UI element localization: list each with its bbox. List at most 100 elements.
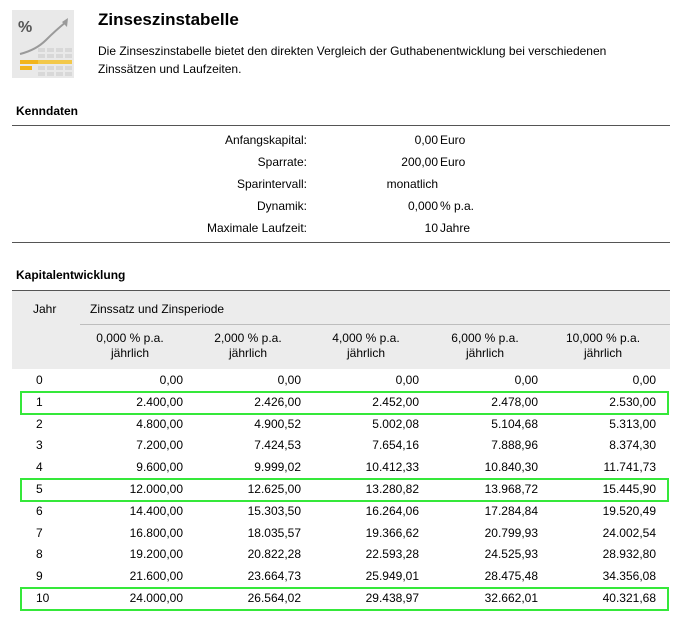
cell-value: 19.200,00: [129, 547, 183, 562]
row-highlight-box: [20, 478, 669, 502]
table-body: 0 0,00 0,00 0,00 0,00 0,00 1 2.400,00 2.426,00 2.…: [12, 370, 670, 611]
column-header-jahr: Jahr: [33, 302, 57, 316]
column-header: 0,000 % p.a. jährlich: [71, 331, 189, 361]
table-row: 3 7.200,00 7.424,53 7.654,16 7.888,96 8.374,3…: [12, 435, 670, 457]
column-header: 2,000 % p.a. jährlich: [189, 331, 307, 361]
cell-value: 34.356,08: [602, 569, 656, 584]
row-highlight-box: [20, 390, 669, 415]
page-intro: Die Zinseszinstabelle bietet den direkte…: [98, 44, 607, 76]
column-rate: 6,000 % p.a.: [451, 331, 519, 345]
cell-value: 0,00: [514, 373, 538, 387]
cell-value: 23.664,73: [247, 569, 301, 584]
cell-value: 16.800,00: [129, 525, 183, 540]
cell-value: 20.822,28: [247, 547, 301, 562]
cell-value: 15.303,50: [247, 503, 301, 518]
cell-value: 4.800,00: [136, 416, 183, 431]
kenndaten-unit: Jahre: [440, 221, 471, 235]
cell-value: 25.949,01: [365, 569, 419, 584]
kenndaten-row: Sparrate: 200,00 Euro: [12, 151, 670, 173]
kenndaten-row: Anfangskapital: 0,00 Euro: [12, 129, 670, 151]
column-period: jährlich: [346, 346, 385, 360]
kenndaten-label: Sparrate:: [257, 155, 307, 169]
kenndaten-title: Kenndaten: [16, 104, 79, 118]
column-period: jährlich: [583, 346, 622, 360]
table-row: 2 4.800,00 4.900,52 5.002,08 5.104,68 5.313,0…: [12, 414, 670, 436]
column-header: 6,000 % p.a. jährlich: [426, 331, 544, 361]
kenndaten-value: monatlich: [386, 177, 438, 191]
cell-value: 0,00: [632, 373, 656, 387]
cell-value: 24.525,93: [484, 547, 538, 562]
cell-value: 21.600,00: [129, 569, 183, 584]
kenndaten-value: 200,00: [401, 155, 438, 169]
kenndaten-value: 0,000: [407, 199, 438, 213]
cell-value: 7.424,53: [254, 438, 301, 453]
cell-value: 28.932,80: [602, 547, 656, 562]
row-highlight-box: [20, 587, 669, 611]
cell-value: 20.799,93: [484, 525, 538, 540]
cell-year: 7: [36, 525, 43, 540]
page-title: Zinseszinstabelle: [98, 10, 239, 29]
cell-value: 0,00: [277, 373, 301, 387]
cell-value: 16.264,06: [365, 503, 419, 518]
cell-value: 4.900,52: [254, 416, 301, 431]
column-period: jährlich: [110, 346, 149, 360]
cell-value: 0,00: [159, 373, 183, 387]
cell-value: 17.284,84: [484, 503, 538, 518]
cell-year: 3: [36, 438, 43, 453]
cell-value: 0,00: [395, 373, 419, 387]
cell-value: 5.313,00: [609, 416, 656, 431]
percent-growth-chart-icon: %: [12, 10, 74, 78]
cell-year: 0: [36, 373, 43, 387]
table-row: 9 21.600,00 23.664,73 25.949,01 28.475,48 34.…: [12, 566, 670, 588]
cell-value: 10.840,30: [484, 460, 538, 475]
kenndaten-label: Sparintervall:: [236, 177, 307, 191]
table-row: 0 0,00 0,00 0,00 0,00 0,00: [12, 370, 670, 392]
kenndaten-top-rule: [12, 125, 670, 126]
kenndaten-label: Dynamik:: [256, 199, 307, 213]
cell-year: 9: [36, 569, 43, 584]
cell-value: 11.741,73: [603, 460, 657, 475]
cell-value: 28.475,48: [484, 569, 538, 584]
cell-value: 24.002,54: [602, 525, 656, 540]
column-period: jährlich: [228, 346, 267, 360]
kenndaten-label: Maximale Laufzeit:: [206, 221, 307, 235]
kenndaten-label: Anfangskapital:: [224, 133, 307, 147]
cell-year: 6: [36, 503, 43, 518]
column-period: jährlich: [465, 346, 504, 360]
kenndaten-row: Maximale Laufzeit: 10 Jahre: [12, 217, 670, 239]
table-row: 7 16.800,00 18.035,57 19.366,62 20.799,93 24.…: [12, 523, 670, 545]
svg-text:%: %: [18, 19, 32, 36]
column-header: 4,000 % p.a. jährlich: [307, 331, 425, 361]
cell-value: 10.412,33: [365, 460, 419, 475]
column-rate: 0,000 % p.a.: [96, 331, 164, 345]
cell-value: 18.035,57: [247, 525, 301, 540]
cell-value: 7.200,00: [136, 438, 183, 453]
column-group-header: Zinssatz und Zinsperiode: [90, 302, 225, 316]
kenndaten-row: Sparintervall: monatlich: [12, 173, 670, 195]
column-rate: 2,000 % p.a.: [214, 331, 282, 345]
header-divider: [80, 324, 670, 325]
kenndaten-value: 0,00: [414, 133, 438, 147]
kenndaten-unit: Euro: [440, 155, 466, 169]
cell-value: 14.400,00: [129, 503, 183, 518]
cell-year: 8: [36, 547, 43, 562]
kenndaten-unit: % p.a.: [440, 199, 475, 213]
kenndaten-row: Dynamik: 0,000 % p.a.: [12, 195, 670, 217]
column-rate: 10,000 % p.a.: [565, 331, 641, 345]
cell-year: 2: [36, 416, 43, 431]
cell-value: 19.366,62: [365, 525, 419, 540]
kenndaten-value: 10: [424, 221, 438, 235]
cell-value: 7.654,16: [372, 438, 419, 453]
table-header: Jahr Zinssatz und Zinsperiode 0,000 % p.…: [12, 291, 670, 369]
column-header: 10,000 % p.a. jährlich: [544, 331, 662, 361]
cell-value: 9.999,02: [254, 460, 301, 475]
cell-value: 22.593,28: [365, 547, 419, 562]
column-rate: 4,000 % p.a.: [332, 331, 400, 345]
table-row: 8 19.200,00 20.822,28 22.593,28 24.525,93 28.…: [12, 544, 670, 566]
cell-value: 9.600,00: [136, 460, 183, 475]
cell-value: 7.888,96: [491, 438, 538, 453]
table-row: 4 9.600,00 9.999,02 10.412,33 10.840,30 11.74…: [12, 457, 670, 479]
cell-value: 5.002,08: [372, 416, 419, 431]
cell-value: 19.520,49: [602, 503, 656, 518]
cell-value: 8.374,30: [609, 438, 656, 453]
